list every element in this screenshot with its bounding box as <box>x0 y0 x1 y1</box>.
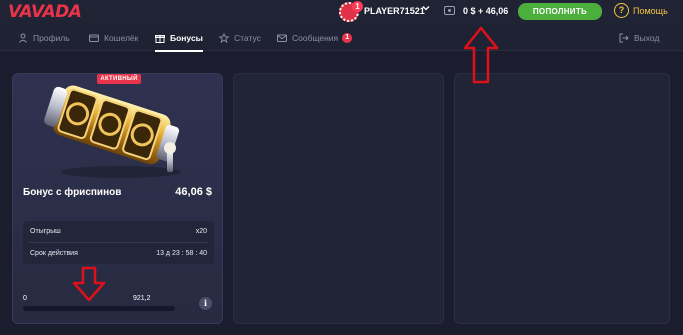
arrow-down-annotation-icon <box>72 266 106 302</box>
wallet-icon <box>444 6 455 15</box>
expiry-label: Срок действия <box>30 250 78 257</box>
username[interactable]: PLAYER71521 <box>364 6 425 16</box>
expiry-value: 13 д 23 : 58 : 40 <box>156 250 207 257</box>
user-icon <box>18 33 28 43</box>
logout-label: Выход <box>634 32 660 43</box>
empty-bonus-slot <box>454 73 670 324</box>
bonus-details: Отыгрыш x20 Срок действия 13 д 23 : 58 :… <box>23 221 214 264</box>
progress-max: 921,2 <box>133 295 151 302</box>
logout-button[interactable]: Выход <box>619 24 659 51</box>
profile-nav: Профиль Кошелёк Бонусы Статус Сообщения … <box>0 24 683 52</box>
mail-icon <box>277 33 287 43</box>
deposit-button[interactable]: ПОПОЛНИТЬ <box>518 3 602 20</box>
tab-wallet[interactable]: Кошелёк <box>89 24 138 51</box>
wager-label: Отыгрыш <box>30 228 61 235</box>
status-badge: АКТИВНЫЙ <box>97 74 141 84</box>
gift-icon <box>155 33 165 43</box>
tab-messages[interactable]: Сообщения 1 <box>277 24 353 51</box>
tab-wallet-label: Кошелёк <box>104 32 139 43</box>
tab-status-label: Статус <box>234 32 261 43</box>
logout-icon <box>619 33 629 43</box>
tab-messages-label: Сообщения <box>292 32 339 43</box>
tab-bonuses-label: Бонусы <box>170 32 203 43</box>
messages-badge: 1 <box>342 32 353 43</box>
bonus-card: АКТИВНЫЙ Бонус с фриспинов 46,06 $ Отыгр… <box>12 73 223 324</box>
wager-value: x20 <box>195 228 207 235</box>
info-icon[interactable]: i <box>199 297 212 310</box>
wager-progress-bar <box>23 306 175 311</box>
tab-bonuses[interactable]: Бонусы <box>155 24 203 52</box>
slot-machine-image <box>44 85 181 178</box>
bonus-amount: 46,06 $ <box>175 186 212 198</box>
help-link[interactable]: Помощь <box>633 6 668 16</box>
star-icon <box>218 32 230 43</box>
wallet-icon <box>89 33 99 43</box>
tab-profile[interactable]: Профиль <box>18 24 70 51</box>
avatar-notification-badge: 1 <box>352 1 363 12</box>
tab-profile-label: Профиль <box>33 32 70 43</box>
top-header: VAVADA 1 PLAYER71521 0 $ + 46,06 ПОПОЛНИ… <box>0 0 683 24</box>
tab-status[interactable]: Статус <box>218 24 261 51</box>
vavada-logo[interactable]: VAVADA <box>8 2 82 22</box>
wager-row: Отыгрыш x20 <box>23 221 214 242</box>
expiry-row: Срок действия 13 д 23 : 58 : 40 <box>23 243 214 264</box>
progress-min: 0 <box>23 295 27 302</box>
empty-bonus-slot <box>233 73 444 324</box>
bonus-title: Бонус с фриспинов <box>23 187 122 198</box>
balance-display: 0 $ + 46,06 <box>463 6 509 16</box>
chevron-down-icon[interactable] <box>422 4 430 14</box>
arrow-up-annotation-icon <box>463 26 499 84</box>
help-icon[interactable]: ? <box>614 3 629 18</box>
